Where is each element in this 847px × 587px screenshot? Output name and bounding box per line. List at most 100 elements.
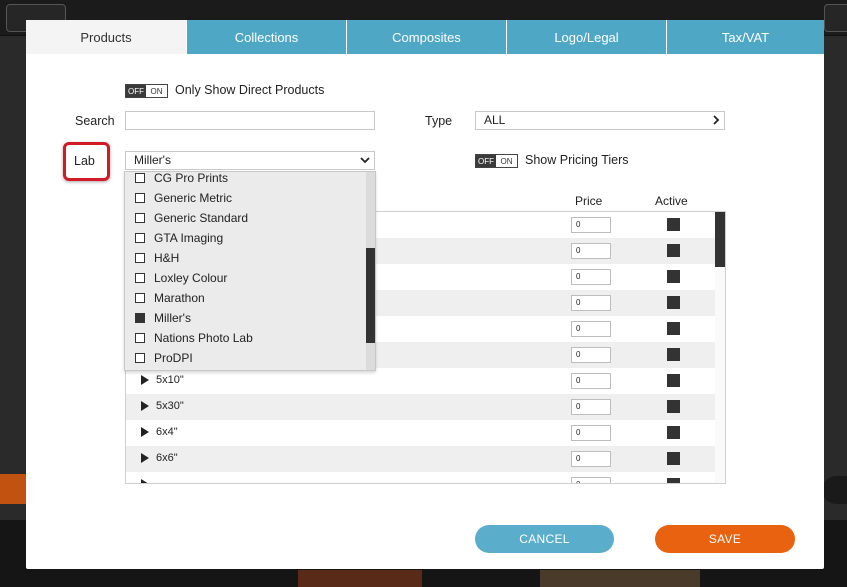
price-input[interactable]: 0 — [571, 217, 611, 233]
checkbox-icon — [135, 193, 145, 203]
lab-dropdown-list: CG Pro Prints Generic Metric Generic Sta… — [124, 171, 376, 371]
lab-option[interactable]: Generic Standard — [135, 208, 248, 228]
active-checkbox[interactable] — [667, 348, 680, 361]
checkbox-icon — [135, 273, 145, 283]
lab-option-label: GTA Imaging — [154, 231, 224, 245]
direct-products-toggle[interactable]: OFF ON — [125, 84, 168, 98]
lab-option[interactable]: Nations Photo Lab — [135, 328, 253, 348]
checkbox-checked-icon — [135, 313, 145, 323]
tab-tax-vat[interactable]: Tax/VAT — [666, 20, 824, 54]
tab-logo-legal[interactable]: Logo/Legal — [506, 20, 666, 54]
size-label: 6x4" — [156, 426, 178, 438]
pricing-tiers-label: Show Pricing Tiers — [525, 153, 629, 167]
type-select[interactable]: ALL — [475, 111, 725, 130]
lab-option-label: Loxley Colour — [154, 271, 228, 285]
active-column-header: Active — [655, 194, 688, 208]
lab-option-label: Generic Metric — [154, 191, 233, 205]
size-label: 5x10" — [156, 374, 184, 386]
checkbox-icon — [135, 253, 145, 263]
price-input[interactable]: 0 — [571, 477, 611, 483]
price-input[interactable]: 0 — [571, 373, 611, 389]
table-row[interactable]: 5x10" 0 — [126, 368, 716, 394]
tab-composites[interactable]: Composites — [346, 20, 506, 54]
lab-option[interactable]: Generic Metric — [135, 188, 232, 208]
save-button[interactable]: SAVE — [655, 525, 795, 553]
active-checkbox[interactable] — [667, 270, 680, 283]
active-checkbox[interactable] — [667, 452, 680, 465]
checkbox-icon — [135, 213, 145, 223]
toggle-off-label: OFF — [126, 85, 146, 97]
tab-bar: Products Collections Composites Logo/Leg… — [26, 20, 824, 54]
active-checkbox[interactable] — [667, 322, 680, 335]
lab-option[interactable]: CG Pro Prints — [135, 171, 229, 188]
triangle-right-icon[interactable] — [141, 427, 149, 437]
active-checkbox[interactable] — [667, 244, 680, 257]
background-thumbnail — [298, 570, 422, 587]
triangle-right-icon[interactable] — [141, 401, 149, 411]
chevron-right-icon — [712, 114, 720, 132]
lab-option[interactable]: ProDPI — [135, 348, 193, 368]
table-row[interactable]: 5x30" 0 — [126, 394, 716, 420]
background-pill — [822, 476, 847, 504]
active-checkbox[interactable] — [667, 374, 680, 387]
lab-option-label: ProDPI — [154, 351, 193, 365]
price-input[interactable]: 0 — [571, 451, 611, 467]
active-checkbox[interactable] — [667, 478, 680, 483]
lab-option-label: H&H — [154, 251, 180, 265]
active-checkbox[interactable] — [667, 400, 680, 413]
checkbox-icon — [135, 293, 145, 303]
direct-products-label: Only Show Direct Products — [175, 83, 325, 97]
price-input[interactable]: 0 — [571, 425, 611, 441]
lab-option-label: Marathon — [154, 291, 205, 305]
price-column-header: Price — [575, 194, 603, 208]
price-input[interactable]: 0 — [571, 321, 611, 337]
background-thumbnail — [540, 570, 700, 587]
table-scrollbar-thumb[interactable] — [715, 212, 725, 267]
lab-option-label: Generic Standard — [154, 211, 249, 225]
lab-option[interactable]: GTA Imaging — [135, 228, 223, 248]
active-checkbox[interactable] — [667, 426, 680, 439]
dropdown-scrollbar-thumb[interactable] — [366, 248, 375, 343]
active-checkbox[interactable] — [667, 296, 680, 309]
price-input[interactable]: 0 — [571, 269, 611, 285]
lab-label: Lab — [74, 154, 95, 168]
triangle-right-icon[interactable] — [141, 479, 149, 483]
search-input[interactable] — [125, 111, 375, 130]
toggle-on-label: ON — [146, 85, 167, 97]
pricing-tiers-toggle[interactable]: OFF ON — [475, 154, 518, 168]
chevron-down-icon — [360, 154, 370, 172]
background-toolbar-box — [824, 4, 847, 32]
price-input[interactable]: 0 — [571, 399, 611, 415]
toggle-on-label: ON — [496, 155, 517, 167]
checkbox-icon — [135, 333, 145, 343]
lab-option[interactable]: H&H — [135, 248, 179, 268]
cancel-button[interactable]: CANCEL — [475, 525, 614, 553]
type-value: ALL — [484, 113, 506, 127]
toggle-off-label: OFF — [476, 155, 496, 167]
type-label: Type — [425, 114, 453, 128]
active-checkbox[interactable] — [667, 218, 680, 231]
size-label: 5x30" — [156, 400, 184, 412]
size-label: 6x6" — [156, 452, 178, 464]
checkbox-icon — [135, 173, 145, 183]
price-input[interactable]: 0 — [571, 243, 611, 259]
tab-products[interactable]: Products — [26, 20, 186, 54]
triangle-right-icon[interactable] — [141, 453, 149, 463]
price-input[interactable]: 0 — [571, 347, 611, 363]
lab-selected-value: Miller's — [134, 153, 171, 167]
lab-option-label: Nations Photo Lab — [154, 331, 253, 345]
lab-select[interactable]: Miller's — [125, 151, 375, 170]
lab-option-selected[interactable]: Miller's — [135, 308, 191, 328]
price-input[interactable]: 0 — [571, 295, 611, 311]
lab-option-label: CG Pro Prints — [154, 171, 229, 185]
tab-collections[interactable]: Collections — [186, 20, 346, 54]
table-row[interactable]: 6x4" 0 — [126, 420, 716, 446]
table-row[interactable]: 6x6" 0 — [126, 446, 716, 472]
lab-option[interactable]: Loxley Colour — [135, 268, 227, 288]
triangle-right-icon[interactable] — [141, 375, 149, 385]
lab-option[interactable]: Marathon — [135, 288, 205, 308]
lab-option-label: Miller's — [154, 311, 191, 325]
settings-modal: Products Collections Composites Logo/Leg… — [26, 20, 824, 569]
checkbox-icon — [135, 353, 145, 363]
table-row[interactable]: 0 — [126, 472, 716, 483]
